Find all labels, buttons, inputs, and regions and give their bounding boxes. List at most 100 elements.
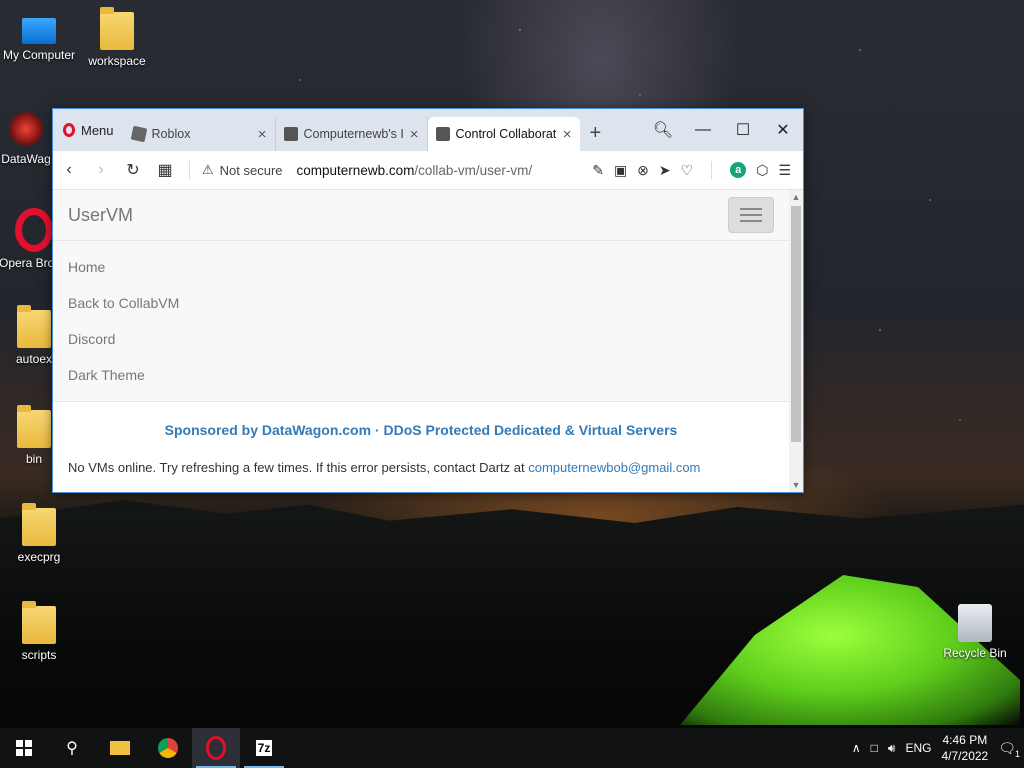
close-tab-icon[interactable]: × bbox=[258, 126, 267, 143]
recycle-bin-icon bbox=[958, 604, 992, 642]
folder-icon bbox=[17, 305, 51, 348]
search-tabs-icon[interactable]: 🔍︎ bbox=[643, 120, 683, 140]
maximize-button[interactable]: ☐ bbox=[723, 120, 763, 140]
minimize-button[interactable]: — bbox=[683, 121, 723, 139]
extensions-icon[interactable]: ⬡ bbox=[756, 162, 768, 179]
url-path: /collab-vm/user-vm/ bbox=[414, 162, 533, 178]
scrollbar-thumb[interactable] bbox=[791, 206, 801, 442]
easy-setup-icon[interactable]: ☰ bbox=[778, 162, 791, 179]
7zip-icon: 7z bbox=[255, 740, 273, 756]
warning-icon: ⚠ bbox=[202, 162, 214, 177]
site-navbar: UserVM bbox=[53, 190, 789, 241]
heart-icon[interactable]: ♡ bbox=[681, 162, 694, 179]
folder-icon bbox=[110, 741, 130, 755]
divider bbox=[711, 161, 713, 179]
desktop-icon-recycle-bin[interactable]: Recycle Bin bbox=[932, 604, 1018, 660]
no-vms-notice: No VMs online. Try refreshing a few time… bbox=[53, 460, 789, 475]
site-brand[interactable]: UserVM bbox=[68, 205, 133, 226]
tab-control-collaborate[interactable]: Control Collaborat × bbox=[427, 117, 580, 151]
nav-links: Home Back to CollabVM Discord Dark Theme bbox=[53, 241, 789, 402]
desktop-icon-label: DataWag bbox=[1, 152, 51, 166]
nav-link-discord[interactable]: Discord bbox=[53, 321, 789, 357]
security-indicator[interactable]: ⚠ Not secure bbox=[202, 162, 283, 178]
back-icon[interactable]: ‹ bbox=[53, 161, 85, 179]
nav-link-dark-theme[interactable]: Dark Theme bbox=[53, 357, 789, 393]
tab-computernewb[interactable]: Computernewb's I × bbox=[276, 117, 428, 151]
taskbar-file-explorer[interactable] bbox=[96, 728, 144, 768]
collabvm-icon bbox=[283, 127, 298, 141]
camera-icon[interactable]: ▣ bbox=[614, 162, 627, 179]
tab-roblox[interactable]: Roblox × bbox=[124, 117, 276, 151]
forward-icon[interactable]: › bbox=[85, 161, 117, 179]
notifications-icon[interactable]: 🗨︎ 1 bbox=[998, 740, 1020, 759]
system-tray: ∧ □ 🔊︎ ENG 4:46 PM 4/7/2022 🗨︎ 1 bbox=[852, 732, 1024, 764]
close-tab-icon[interactable]: × bbox=[410, 126, 419, 143]
taskbar-7zip[interactable]: 7z bbox=[240, 728, 288, 768]
datawagon-icon bbox=[9, 110, 43, 148]
search-icon: ⚲ bbox=[66, 740, 78, 757]
chrome-icon bbox=[158, 738, 178, 758]
desktop-icon-label: autoex bbox=[15, 352, 53, 366]
opera-icon bbox=[206, 736, 226, 760]
desktop-icon-scripts[interactable]: scripts bbox=[0, 601, 82, 662]
page-content: UserVM Home Back to CollabVM Discord Dar… bbox=[53, 190, 789, 492]
collabvm-icon bbox=[435, 127, 450, 141]
desktop-icon-label: Recycle Bin bbox=[943, 646, 1007, 660]
scroll-up-icon[interactable]: ▲ bbox=[789, 192, 803, 202]
clock[interactable]: 4:46 PM 4/7/2022 bbox=[942, 732, 989, 764]
divider bbox=[189, 161, 190, 179]
contact-email-link[interactable]: computernewbob@gmail.com bbox=[528, 460, 700, 475]
folder-icon bbox=[17, 405, 51, 448]
clock-time: 4:46 PM bbox=[942, 733, 988, 747]
start-button[interactable] bbox=[0, 728, 48, 768]
nav-link-home[interactable]: Home bbox=[53, 249, 789, 285]
chevron-up-icon[interactable]: ∧ bbox=[852, 741, 861, 755]
hamburger-menu-button[interactable] bbox=[728, 197, 774, 233]
sponsor-link[interactable]: Sponsored by DataWagon.com · DDoS Protec… bbox=[53, 422, 789, 438]
share-icon[interactable]: ✎ bbox=[592, 162, 604, 179]
tab-bar: Menu Roblox × Computernewb's I × Control… bbox=[53, 109, 803, 151]
notification-count: 1 bbox=[1014, 748, 1020, 759]
search-button[interactable]: ⚲ bbox=[48, 728, 96, 768]
desktop-icon-workspace[interactable]: workspace bbox=[74, 7, 160, 68]
hamburger-line bbox=[740, 214, 762, 216]
browser-window: Menu Roblox × Computernewb's I × Control… bbox=[52, 108, 804, 493]
send-icon[interactable]: ➤ bbox=[659, 162, 671, 179]
roblox-icon bbox=[130, 125, 147, 143]
hamburger-line bbox=[740, 208, 762, 210]
volume-icon[interactable]: 🔊︎ bbox=[888, 741, 896, 756]
desktop-icon-execprg[interactable]: execprg bbox=[0, 503, 82, 564]
desktop-icon-label: execprg bbox=[17, 550, 61, 564]
taskbar-opera[interactable] bbox=[192, 728, 240, 768]
notice-text: No VMs online. Try refreshing a few time… bbox=[68, 460, 529, 475]
computer-icon bbox=[22, 18, 56, 44]
page-scrollbar[interactable]: ▲ ▼ bbox=[789, 190, 803, 492]
hamburger-line bbox=[740, 220, 762, 222]
tab-title: Roblox bbox=[151, 127, 191, 141]
window-controls: 🔍︎ — ☐ ✕ bbox=[643, 109, 803, 151]
adblock-icon[interactable]: ⊗ bbox=[637, 162, 649, 179]
opera-menu-button[interactable]: Menu bbox=[53, 109, 124, 151]
taskbar-chrome[interactable] bbox=[144, 728, 192, 768]
new-tab-button[interactable]: + bbox=[580, 122, 612, 151]
windows-logo-icon bbox=[16, 740, 32, 756]
extension-a-icon[interactable]: a bbox=[730, 162, 747, 178]
language-indicator[interactable]: ENG bbox=[905, 741, 931, 755]
network-icon[interactable]: □ bbox=[871, 741, 878, 755]
toolbar-actions: ✎ ▣ ⊗ ➤ ♡ a ⬡ ☰ bbox=[592, 161, 803, 179]
desktop-icon-label: bin bbox=[25, 452, 42, 466]
nav-link-back-to-collabvm[interactable]: Back to CollabVM bbox=[53, 285, 789, 321]
tab-grid-icon[interactable]: ▦ bbox=[149, 160, 181, 180]
close-window-button[interactable]: ✕ bbox=[763, 120, 803, 140]
scroll-down-icon[interactable]: ▼ bbox=[789, 480, 803, 490]
url-domain: computernewb.com bbox=[296, 162, 415, 178]
close-tab-icon[interactable]: × bbox=[563, 126, 572, 143]
desktop-icon-my-computer[interactable]: My Computer bbox=[0, 12, 82, 62]
folder-icon bbox=[22, 601, 56, 644]
desktop-icon-label: scripts bbox=[21, 648, 57, 662]
tab-title: Computernewb's I bbox=[303, 127, 404, 141]
taskbar: ⚲ 7z ∧ □ 🔊︎ ENG 4:46 PM 4/7/2022 🗨︎ 1 bbox=[0, 728, 1024, 768]
url-field[interactable]: computernewb.com/collab-vm/user-vm/ bbox=[297, 163, 533, 178]
reload-icon[interactable]: ↻ bbox=[117, 160, 149, 180]
security-label: Not secure bbox=[219, 162, 283, 178]
